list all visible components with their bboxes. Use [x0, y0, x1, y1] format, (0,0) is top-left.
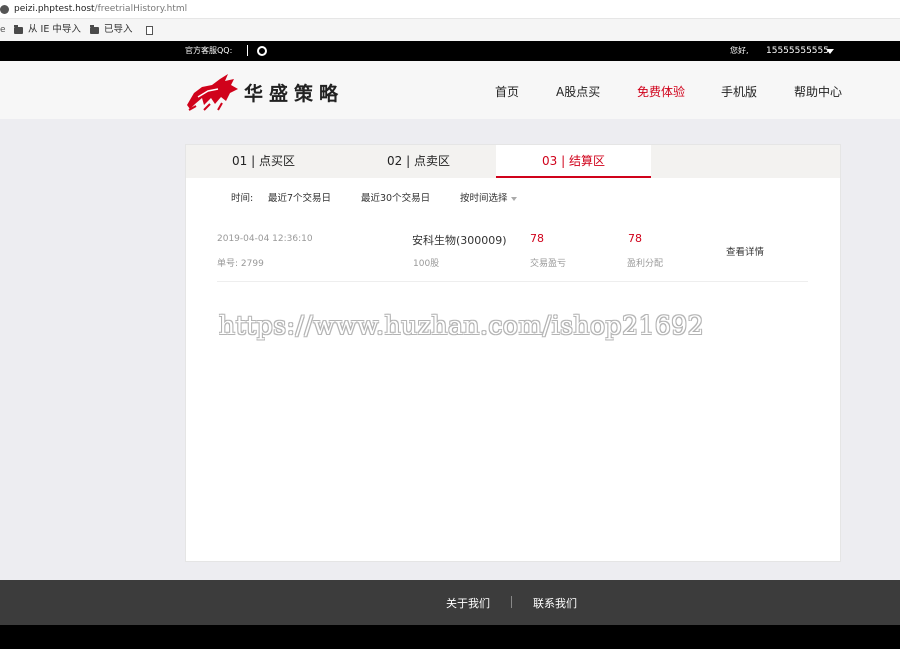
time-filter-label: 时间:: [231, 193, 254, 204]
footer-about-us[interactable]: 关于我们: [446, 595, 490, 611]
record-stock: 安科生物(300009): [412, 234, 507, 247]
bookmark-cutoff-glyph: e: [0, 25, 6, 35]
record-shares: 100股: [413, 259, 440, 269]
nav-mobile[interactable]: 手机版: [721, 83, 757, 100]
record-profit-share: 78: [628, 232, 642, 245]
tab-bar: 01 | 点买区 02 | 点卖区 03 | 结算区: [186, 145, 840, 178]
record-trade-pl: 78: [530, 232, 544, 245]
top-bar-divider: [247, 45, 248, 56]
bookmark-page[interactable]: [146, 19, 153, 41]
bull-logo-icon[interactable]: [184, 71, 242, 113]
tab-settlement-zone[interactable]: 03 | 结算区: [496, 145, 651, 178]
view-details-link[interactable]: 查看详情: [726, 244, 764, 258]
brand-name[interactable]: 华盛策略: [244, 79, 344, 106]
url-path: /freetrialHistory.html: [94, 4, 188, 14]
main-panel: 01 | 点买区 02 | 点卖区 03 | 结算区 时间: 最近7个交易日 最…: [185, 144, 841, 562]
filter-last-7-days[interactable]: 最近7个交易日: [268, 190, 331, 204]
nav-help-center[interactable]: 帮助中心: [794, 83, 842, 100]
site-info-icon[interactable]: [0, 5, 9, 14]
bookmark-imported[interactable]: 已导入: [90, 19, 133, 41]
nav-home[interactable]: 首页: [495, 83, 519, 100]
nav-a-share-buy[interactable]: A股点买: [556, 83, 600, 100]
record-trade-pl-label: 交易盈亏: [530, 259, 567, 269]
document-icon: [146, 25, 153, 35]
bookmark-label: 从 IE 中导入: [28, 24, 81, 35]
bookmarks-bar: e 从 IE 中导入 已导入: [0, 19, 900, 41]
record-datetime: 2019-04-04 12:36:10: [217, 234, 313, 244]
record-order-number: 单号: 2799: [217, 259, 264, 269]
footer-contact-us[interactable]: 联系我们: [533, 595, 577, 611]
site-footer: 关于我们 联系我们: [0, 580, 900, 625]
bottom-bar: [0, 625, 900, 649]
folder-icon: [90, 24, 99, 34]
row-divider: [217, 281, 808, 282]
greeting-text: 您好,: [730, 46, 749, 55]
watermark-text: https://www.huzhan.com/ishop21692: [219, 311, 705, 340]
folder-icon: [14, 24, 23, 34]
record-profit-share-label: 盈利分配: [627, 259, 664, 269]
top-bar: 官方客服QQ: 您好, 15555555555: [0, 41, 900, 61]
site-header: 华盛策略 首页 A股点买 免费体验 手机版 帮助中心: [0, 61, 900, 119]
url-host: peizi.phptest.host: [14, 4, 95, 14]
footer-divider: [511, 596, 512, 608]
qq-icon[interactable]: [257, 46, 267, 56]
url-text[interactable]: peizi.phptest.host/freetrialHistory.html: [14, 0, 187, 19]
chevron-down-icon[interactable]: [826, 49, 834, 54]
nav-free-trial[interactable]: 免费体验: [637, 83, 685, 100]
tab-sell-zone[interactable]: 02 | 点卖区: [341, 145, 496, 178]
bookmark-label: 已导入: [104, 24, 133, 35]
browser-url-bar[interactable]: peizi.phptest.host/freetrialHistory.html: [0, 0, 900, 19]
filter-last-30-days[interactable]: 最近30个交易日: [361, 190, 430, 204]
filter-custom-date[interactable]: 按时间选择: [460, 190, 517, 204]
tab-buy-zone[interactable]: 01 | 点买区: [186, 145, 341, 178]
bookmark-import-ie[interactable]: 从 IE 中导入: [14, 19, 81, 41]
username-menu[interactable]: 15555555555: [766, 41, 829, 61]
qq-support-label: 官方客服QQ:: [185, 46, 233, 55]
filter-custom-date-label: 按时间选择: [460, 193, 508, 204]
chevron-down-icon: [510, 196, 517, 201]
